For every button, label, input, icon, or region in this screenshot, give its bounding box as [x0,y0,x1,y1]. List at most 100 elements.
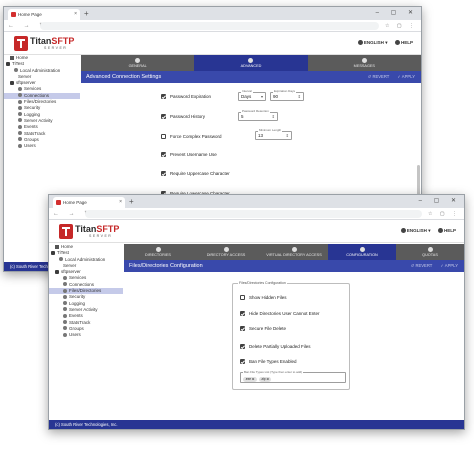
tab-icon [427,247,433,252]
tab-icon [223,247,229,252]
window-controls[interactable]: – ▢ ✕ [376,7,418,19]
checkbox[interactable] [161,134,166,139]
tab-messages[interactable]: MESSAGES [308,55,421,71]
app-header: TitanSFTP SERVER ENGLISH ▾ HELP [4,32,421,55]
checkbox[interactable] [240,326,245,331]
tree-item-label: Server Activity [24,117,53,123]
tree-item-label: Home [61,244,74,249]
gear-icon [63,307,67,312]
expiration-days-input[interactable]: Expiration Days 90 ⇕ [270,90,304,101]
minimum-length-input[interactable]: Minimum Length 13 ⇕ [255,129,292,140]
gear-icon [63,301,67,306]
option-require-uppercase-character[interactable]: Require Uppercase Character [161,171,230,177]
window-controls[interactable]: – ▢ ✕ [419,195,461,207]
checkbox[interactable] [161,152,166,157]
tree-item-label: Files/Directories [69,288,102,294]
option-ban-file-types-enabled[interactable]: Ban File Types Enabled [240,359,296,365]
tree-item-label: Services [24,86,42,92]
ban-file-types-input[interactable]: Ban File Types List (Type then enter to … [240,370,346,383]
revert-button[interactable]: ↺ REVERT [411,263,433,268]
apply-button[interactable]: ✓ APPLY [397,74,415,79]
browser-tab[interactable]: Home Page × [53,197,125,208]
expiration-days-value: 90 [273,94,279,99]
language-selector[interactable]: ENGLISH ▾ [400,228,430,233]
password-retention-label: Password Retention [241,109,270,113]
scrollbar[interactable] [417,165,420,195]
checkbox[interactable] [161,94,166,99]
browser-toolbar-icons[interactable]: ☆ ▢ ⋮ [428,208,460,220]
help-button[interactable]: HELP [394,40,413,45]
option-secure-file-delete[interactable]: Secure File Delete [240,326,286,332]
file-type-chip[interactable]: .zip ⊗ [258,377,272,382]
tree-item-users[interactable]: Users [4,143,80,149]
new-tab-icon[interactable]: + [84,8,89,19]
tab-general[interactable]: GENERAL [81,55,194,71]
checkbox[interactable] [161,114,166,119]
apply-button[interactable]: ✓ APPLY [440,263,458,268]
language-selector[interactable]: ENGLISH ▾ [357,40,387,45]
checkbox[interactable] [240,359,245,364]
tab-virtual-directory-access[interactable]: VIRTUAL DIRECTORY ACCESS [260,244,328,260]
file-type-chip[interactable]: .exe ⊗ [243,377,257,382]
option-label: Ban File Types Enabled [249,359,297,364]
server-tree: Home TiTest Local Administration Server sftp… [49,244,123,338]
help-button[interactable]: HELP [437,228,456,233]
option-force-complex-password[interactable]: Force Complex Password [161,134,222,140]
option-label: Force Complex Password [170,134,222,139]
new-tab-icon[interactable]: + [129,196,134,207]
checkbox[interactable] [240,295,245,300]
ban-chip-list: .exe ⊗ .zip ⊗ [243,373,345,382]
interval-select[interactable]: Interval Days ▾ [238,90,266,101]
tab-label: GENERAL [128,64,147,68]
spinner-icon: ⇕ [297,94,301,99]
tab-label: QUOTAS [422,253,438,257]
gear-icon [63,282,67,287]
checkbox[interactable] [240,344,245,349]
gear-icon [63,288,67,293]
gear-icon [63,326,67,331]
tree-item-label: StatsTrack [24,130,46,136]
tree-item-label: Connections [69,281,95,287]
revert-button[interactable]: ↺ REVERT [368,74,390,79]
section-title: Advanced Connection Settings [86,74,162,80]
help-label: HELP [443,228,456,233]
close-tab-icon[interactable]: × [74,9,77,20]
checkbox[interactable] [161,171,166,176]
footer-copyright: (c) South River Technologies, Inc. [49,420,464,429]
option-password-history[interactable]: Password History [161,114,205,120]
tree-item-users[interactable]: Users [49,332,123,338]
option-delete-partially-uploaded-files[interactable]: Delete Partially Uploaded Files [240,344,311,350]
section-header: Files/Directories Configuration ↺ REVERT… [124,260,464,272]
tab-label: VIRTUAL DIRECTORY ACCESS [266,253,322,257]
help-label: HELP [400,40,413,45]
url-field[interactable] [40,22,379,30]
settings-tabs: DIRECTORIES DIRECTORY ACCESS VIRTUAL DIREC… [124,244,464,260]
globe-icon [357,40,363,45]
close-tab-icon[interactable]: × [119,197,122,208]
ban-file-types-label: Ban File Types List (Type then enter to … [243,370,304,374]
browser-window-front: Home Page × + – ▢ ✕ ← → ↻ ☆ ▢ ⋮ TitanSFT… [48,194,465,430]
tab-quotas[interactable]: QUOTAS [396,244,464,260]
tab-configuration[interactable]: CONFIGURATION [328,244,396,260]
option-show-hidden-files[interactable]: Show Hidden Files [240,295,287,301]
url-field[interactable] [85,210,422,218]
password-retention-input[interactable]: Password Retention 5 ⇕ [238,109,278,121]
tab-icon [361,58,367,63]
option-hide-directories-user-cannot-enter[interactable]: Hide Directories User Cannot Enter [240,311,320,317]
tree-item-label: Security [24,105,41,111]
tab-directory-access[interactable]: DIRECTORY ACCESS [192,244,260,260]
logo-sub-text: SERVER [89,234,113,238]
checkbox[interactable] [240,311,245,316]
help-icon [394,40,400,45]
option-prevent-username-use[interactable]: Prevent Username Use [161,152,217,158]
tab-directories[interactable]: DIRECTORIES [124,244,192,260]
browser-toolbar-icons[interactable]: ☆ ▢ ⋮ [385,20,417,32]
gear-icon [18,124,22,129]
option-label: Show Hidden Files [249,295,287,300]
browser-tab[interactable]: Home Page × [8,9,80,20]
option-label: Hide Directories User Cannot Enter [249,311,320,316]
option-password-expiration[interactable]: Password Expiration [161,94,211,100]
app-header: TitanSFTP SERVER ENGLISH ▾ HELP [49,220,464,243]
logo-mark-icon [14,36,28,51]
tab-advanced[interactable]: ADVANCED [194,55,308,71]
